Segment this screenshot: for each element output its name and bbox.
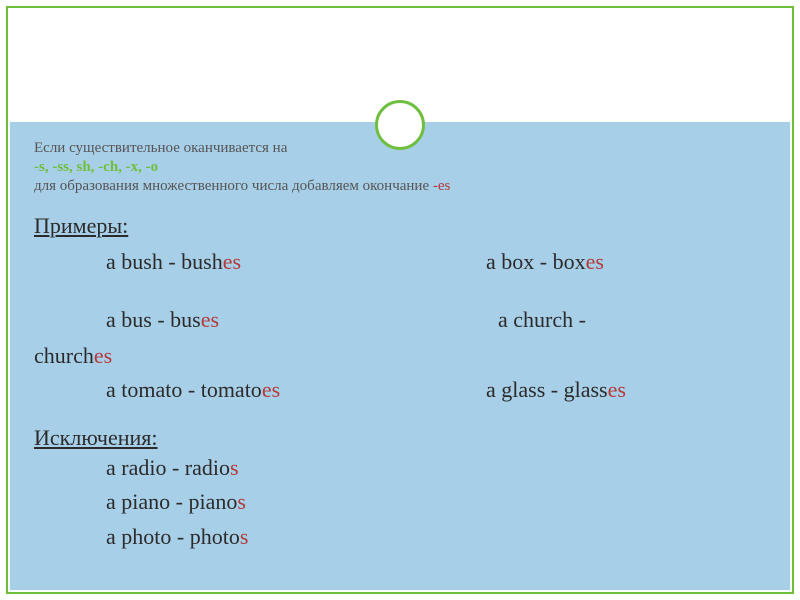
singular: a bush [106, 249, 163, 274]
singular: a piano [106, 489, 170, 514]
plural-suffix: es [262, 377, 280, 402]
plural-stem: box [553, 249, 586, 274]
plural-suffix: s [230, 455, 239, 480]
plural-stem: tomato [201, 377, 262, 402]
plural-stem: piano [188, 489, 237, 514]
example-row-3: a tomato - tomatoes a glass - glasses [34, 373, 766, 407]
content-area: Если существительное оканчивается на -s,… [10, 122, 790, 590]
exception-3: a photo - photos [34, 520, 766, 554]
singular: a bus [106, 307, 152, 332]
exception-1: a radio - radios [34, 451, 766, 485]
plural-stem: glass [564, 377, 608, 402]
singular: a photo [106, 524, 171, 549]
examples-heading: Примеры: [34, 213, 766, 239]
example-2-left: a bus - buses [34, 303, 486, 337]
dash: - [166, 455, 184, 480]
example-3-left: a tomato - tomatoes [34, 373, 486, 407]
singular-dash: a church - [486, 307, 586, 332]
slide-frame: Если существительное оканчивается на -s,… [6, 6, 794, 594]
plural-stem: church [34, 343, 94, 368]
rule-suffix-es: -es [433, 178, 451, 194]
exceptions-heading: Исключения: [34, 425, 766, 451]
plural-stem: radio [185, 455, 230, 480]
singular: a tomato [106, 377, 182, 402]
dash: - [171, 524, 189, 549]
plural-suffix: es [94, 343, 112, 368]
plural-stem: photo [190, 524, 240, 549]
example-2-wrap: churches [34, 339, 766, 373]
dash: - [545, 377, 563, 402]
plural-suffix: es [201, 307, 219, 332]
plural-suffix: es [223, 249, 241, 274]
examples-block: a bush - bushes a box - boxes a bus - bu… [34, 245, 766, 407]
decorative-circle-icon [375, 100, 425, 150]
spacer [34, 281, 766, 303]
exception-2: a piano - pianos [34, 485, 766, 519]
plural-suffix: s [240, 524, 249, 549]
example-3-right: a glass - glasses [486, 373, 766, 407]
example-1-left: a bush - bushes [34, 245, 486, 279]
plural-suffix: s [237, 489, 246, 514]
dash: - [163, 249, 181, 274]
dash: - [170, 489, 188, 514]
singular: a glass [486, 377, 545, 402]
rule-endings: -s, -ss, sh, -ch, -x, -o [34, 159, 766, 176]
dash: - [152, 307, 170, 332]
singular: a radio [106, 455, 166, 480]
plural-stem: bush [181, 249, 223, 274]
plural-suffix: es [586, 249, 604, 274]
example-row-1: a bush - bushes a box - boxes [34, 245, 766, 279]
example-2-right: a church - [486, 303, 766, 337]
dash: - [534, 249, 552, 274]
rule-text-line3: для образования множественного числа доб… [34, 178, 766, 195]
rule-line3-prefix: для образования множественного числа доб… [34, 178, 433, 194]
singular: a box [486, 249, 534, 274]
dash: - [182, 377, 200, 402]
plural-stem: bus [170, 307, 201, 332]
plural-suffix: es [608, 377, 626, 402]
example-row-2: a bus - buses a church - [34, 303, 766, 337]
example-1-right: a box - boxes [486, 245, 766, 279]
